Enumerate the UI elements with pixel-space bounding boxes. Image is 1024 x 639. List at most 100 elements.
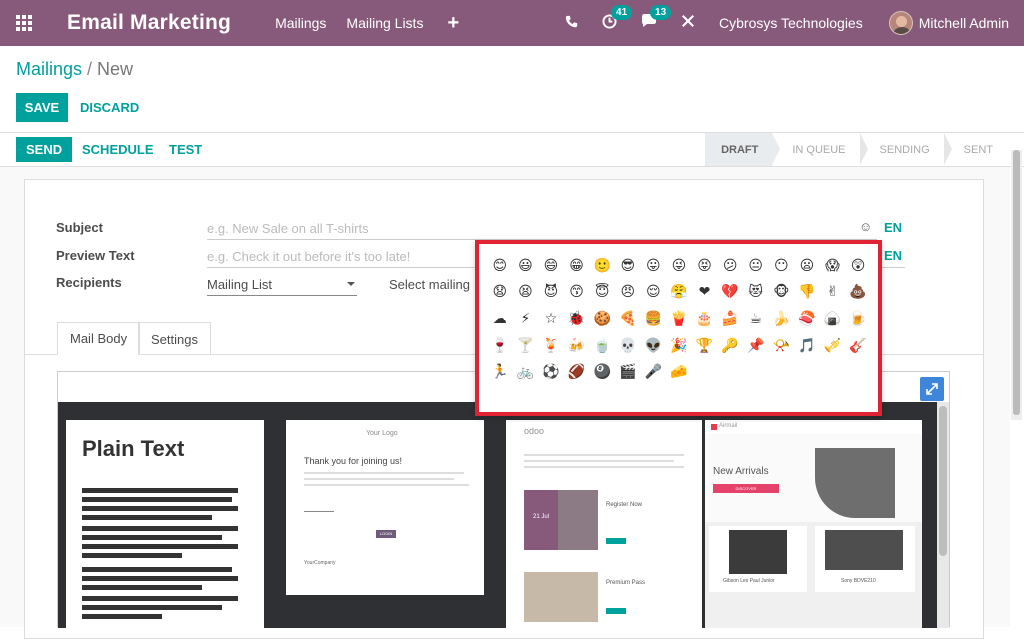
emoji-option[interactable]: 🍵 <box>589 332 615 359</box>
emoji-option[interactable]: 😇 <box>589 279 615 306</box>
emoji-option[interactable]: 😄 <box>538 252 564 279</box>
emoji-option[interactable]: 💔 <box>717 279 743 306</box>
preview-language-button[interactable]: EN <box>884 248 902 263</box>
emoji-option[interactable]: 😠 <box>615 279 641 306</box>
emoji-option[interactable]: 👎 <box>794 279 820 306</box>
tab-settings[interactable]: Settings <box>138 322 211 355</box>
emoji-option[interactable]: 💩 <box>845 279 871 306</box>
stage-in-queue[interactable]: IN QUEUE <box>772 133 868 166</box>
emoji-option[interactable]: 🔑 <box>717 332 743 359</box>
emoji-option[interactable]: ⚽ <box>538 358 564 385</box>
emoji-option[interactable]: ☕ <box>743 305 769 332</box>
emoji-option[interactable]: 😛 <box>641 252 667 279</box>
menu-mailings[interactable]: Mailings <box>275 15 326 31</box>
apps-menu-icon[interactable] <box>0 0 48 46</box>
emoji-option[interactable]: 🍺 <box>845 305 871 332</box>
emoji-option[interactable]: 👽 <box>641 332 667 359</box>
emoji-option[interactable]: 😐 <box>743 252 769 279</box>
save-button[interactable]: SAVE <box>16 93 68 122</box>
test-button[interactable]: TEST <box>169 137 202 162</box>
emoji-option[interactable]: 😈 <box>538 279 564 306</box>
emoji-option[interactable]: 🍙 <box>820 305 846 332</box>
emoji-option[interactable]: 🎉 <box>666 332 692 359</box>
scrollbar-thumb[interactable] <box>1013 150 1020 415</box>
emoji-option[interactable]: 🍸 <box>513 332 539 359</box>
emoji-option[interactable]: 🎱 <box>589 358 615 385</box>
emoji-option[interactable]: 🍕 <box>615 305 641 332</box>
user-menu[interactable]: Mitchell Admin <box>888 11 1009 35</box>
template-airmail[interactable]: Airmail New Arrivals DISCOVER Gibson Les… <box>705 420 922 628</box>
emoji-option[interactable]: 📯 <box>769 332 795 359</box>
emoji-option[interactable]: 🧀 <box>666 358 692 385</box>
emoji-option[interactable]: 😁 <box>564 252 590 279</box>
emoji-option[interactable]: 😕 <box>717 252 743 279</box>
emoji-option[interactable]: 😱 <box>820 252 846 279</box>
emoji-option[interactable]: 🎵 <box>794 332 820 359</box>
emoji-option[interactable]: 📌 <box>743 332 769 359</box>
emoji-option[interactable]: 😎 <box>615 252 641 279</box>
emoji-option[interactable]: 😦 <box>794 252 820 279</box>
emoji-option[interactable]: ✌ <box>820 279 846 306</box>
emoji-option[interactable]: 🎬 <box>615 358 641 385</box>
emoji-option[interactable]: 😧 <box>487 279 513 306</box>
discard-button[interactable]: DISCARD <box>80 93 139 122</box>
page-scrollbar[interactable] <box>1011 150 1022 420</box>
emoji-option[interactable]: 🍷 <box>487 332 513 359</box>
template-welcome[interactable]: Your Logo Thank you for joining us! LOGI… <box>286 420 484 595</box>
emoji-option[interactable]: 🐞 <box>564 305 590 332</box>
schedule-button[interactable]: SCHEDULE <box>82 137 154 162</box>
emoji-option[interactable]: ❤ <box>692 279 718 306</box>
emoji-option[interactable]: 😻 <box>743 279 769 306</box>
emoji-option[interactable]: ☁ <box>487 305 513 332</box>
emoji-option[interactable]: 🍪 <box>589 305 615 332</box>
emoji-option[interactable]: 😊 <box>487 252 513 279</box>
emoji-option[interactable]: 😃 <box>513 252 539 279</box>
stage-draft[interactable]: DRAFT <box>705 133 781 166</box>
emoji-option[interactable]: 🎺 <box>820 332 846 359</box>
editor-scrollbar[interactable] <box>937 402 949 628</box>
emoji-option[interactable]: 🍔 <box>641 305 667 332</box>
subject-input[interactable]: e.g. New Sale on all T-shirts <box>207 218 877 240</box>
emoji-option[interactable]: 💀 <box>615 332 641 359</box>
select-mailing-field[interactable]: Select mailing <box>389 277 470 292</box>
emoji-option[interactable]: 😫 <box>513 279 539 306</box>
add-menu-icon[interactable]: + <box>447 12 459 35</box>
scrollbar-thumb[interactable] <box>939 406 947 556</box>
emoji-option[interactable]: 🎸 <box>845 332 871 359</box>
emoji-option[interactable]: 🏃 <box>487 358 513 385</box>
debug-tools-icon[interactable] <box>681 14 695 32</box>
subject-language-button[interactable]: EN <box>884 220 902 235</box>
emoji-option[interactable]: 😶 <box>769 252 795 279</box>
emoji-option[interactable]: 😤 <box>666 279 692 306</box>
template-plain-text[interactable]: Plain Text <box>66 420 264 628</box>
emoji-option[interactable]: 🍹 <box>538 332 564 359</box>
stage-sending[interactable]: SENDING <box>860 133 952 166</box>
emoji-option[interactable]: 😝 <box>692 252 718 279</box>
breadcrumb-parent[interactable]: Mailings <box>16 59 82 79</box>
emoji-option[interactable]: 🚲 <box>513 358 539 385</box>
emoji-picker-button[interactable]: ☺ <box>859 219 872 234</box>
fullscreen-expand-icon[interactable] <box>920 377 944 401</box>
menu-mailing-lists[interactable]: Mailing Lists <box>346 15 423 31</box>
template-newsletter[interactable]: odoo 21 Jul Register Now Premium Pass <box>506 420 702 630</box>
company-switcher[interactable]: Cybrosys Technologies <box>719 15 863 31</box>
emoji-option[interactable]: ⚡ <box>513 305 539 332</box>
tab-mail-body[interactable]: Mail Body <box>57 322 141 355</box>
emoji-option[interactable]: 🎂 <box>692 305 718 332</box>
emoji-option[interactable]: 😜 <box>666 252 692 279</box>
emoji-option[interactable]: 🐵 <box>769 279 795 306</box>
phone-icon[interactable] <box>565 15 578 32</box>
emoji-option[interactable]: 🏈 <box>564 358 590 385</box>
send-button[interactable]: SEND <box>16 137 73 162</box>
messages-icon[interactable]: 13 <box>641 5 672 32</box>
emoji-option[interactable]: 🍟 <box>666 305 692 332</box>
emoji-option[interactable]: 😌 <box>641 279 667 306</box>
emoji-option[interactable]: 🙂 <box>589 252 615 279</box>
activity-clock-icon[interactable]: 41 <box>602 4 633 33</box>
emoji-option[interactable]: 🍌 <box>769 305 795 332</box>
emoji-option[interactable]: 🎤 <box>641 358 667 385</box>
emoji-option[interactable]: ☆ <box>538 305 564 332</box>
emoji-option[interactable]: 🏆 <box>692 332 718 359</box>
recipients-select[interactable]: Mailing List <box>207 274 357 296</box>
emoji-option[interactable]: 🍻 <box>564 332 590 359</box>
